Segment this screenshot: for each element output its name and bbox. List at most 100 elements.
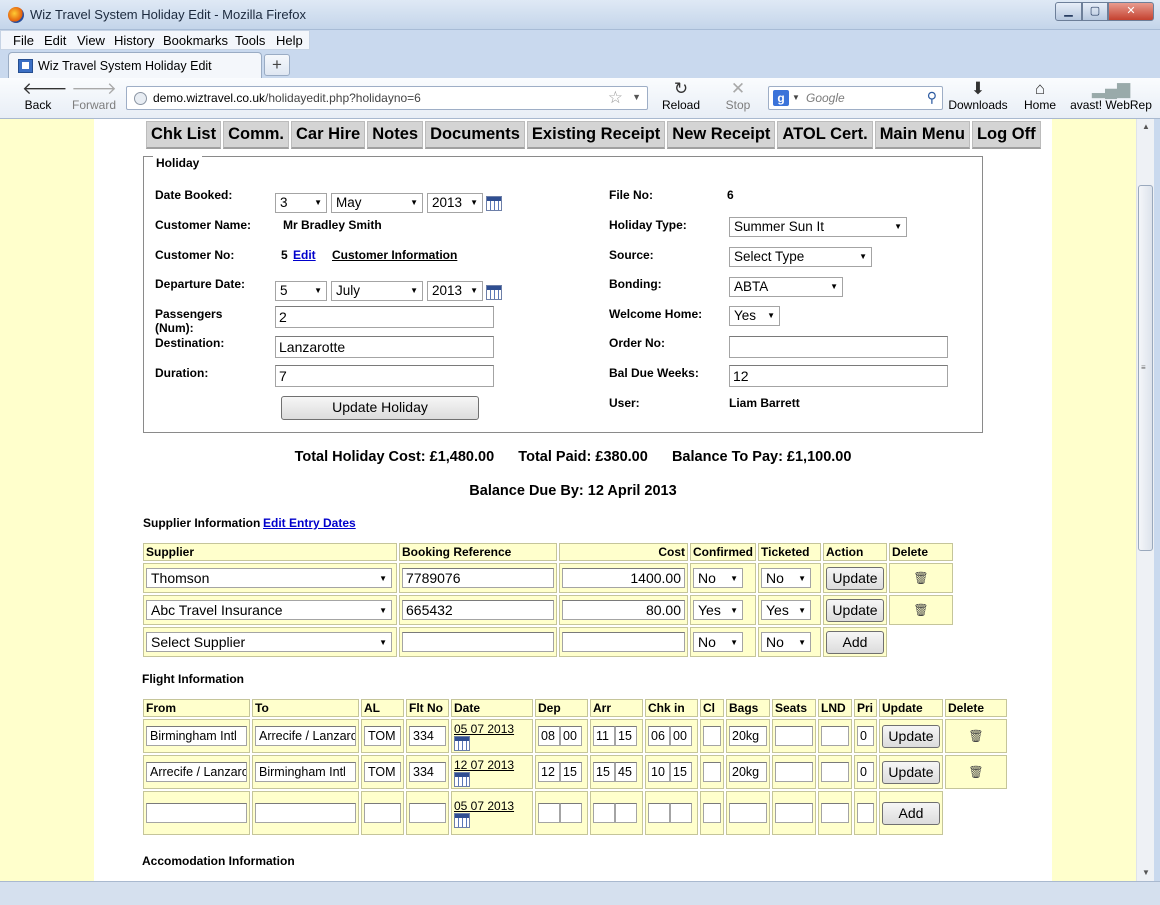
edit-customer-link[interactable]: Edit <box>293 248 316 262</box>
delete-trash-icon[interactable]: 🗑 <box>945 719 1007 753</box>
stop-button[interactable]: ✕ Stop <box>722 80 754 113</box>
nav-atol-cert[interactable]: ATOL Cert. <box>777 121 873 149</box>
seats-input[interactable] <box>775 762 813 782</box>
vertical-scrollbar[interactable]: ▲ ≡ ▼ <box>1136 119 1154 881</box>
departure-day-select[interactable]: 5 <box>275 281 327 301</box>
new-seats-input[interactable] <box>775 803 813 823</box>
menu-help[interactable]: Help <box>276 33 303 48</box>
departure-year-select[interactable]: 2013 <box>427 281 483 301</box>
date-booked-year-select[interactable]: 2013 <box>427 193 483 213</box>
forward-button[interactable]: 🡒 Forward <box>70 80 118 113</box>
holiday-type-select[interactable]: Summer Sun It <box>729 217 907 237</box>
bookmark-star-icon[interactable]: ☆ <box>608 88 623 108</box>
nav-main-menu[interactable]: Main Menu <box>874 121 970 149</box>
new-to-input[interactable] <box>255 803 356 823</box>
tab-holiday-edit[interactable]: Wiz Travel System Holiday Edit <box>8 52 262 78</box>
delete-trash-icon[interactable]: 🗑 <box>889 563 953 593</box>
arr-min-input[interactable]: 45 <box>615 762 637 782</box>
update-supplier-button[interactable]: Update <box>826 598 884 622</box>
to-input[interactable]: Arrecife / Lanzarote <box>255 726 356 746</box>
airline-input[interactable]: TOM <box>364 762 401 782</box>
ticketed-select[interactable]: No <box>761 568 811 588</box>
menu-view[interactable]: View <box>77 33 105 48</box>
flight-date-link[interactable]: 05 07 2013 <box>454 722 530 736</box>
new-airline-input[interactable] <box>364 803 401 823</box>
new-dep-min-input[interactable] <box>560 803 582 823</box>
new-class-input[interactable] <box>703 803 721 823</box>
new-cost-input[interactable] <box>562 632 685 652</box>
minimize-button[interactable]: ▁ <box>1055 2 1082 21</box>
nav-documents[interactable]: Documents <box>425 121 525 149</box>
from-input[interactable]: Birmingham Intl <box>146 726 247 746</box>
lnd-input[interactable] <box>821 726 849 746</box>
update-holiday-button[interactable]: Update Holiday <box>281 396 479 420</box>
nav-chk-list[interactable]: Chk List <box>146 121 222 149</box>
flight-calendar-icon[interactable] <box>454 771 470 787</box>
address-bar[interactable]: demo.wiztravel.co.uk/holidayedit.php?hol… <box>126 86 648 110</box>
flight-no-input[interactable]: 334 <box>409 726 446 746</box>
airline-input[interactable]: TOM <box>364 726 401 746</box>
new-lnd-input[interactable] <box>821 803 849 823</box>
from-input[interactable]: Arrecife / Lanzarote <box>146 762 247 782</box>
lnd-input[interactable] <box>821 762 849 782</box>
ticketed-select[interactable]: Yes <box>761 600 811 620</box>
cost-input[interactable]: 80.00 <box>562 600 685 620</box>
booking-reference-input[interactable]: 665432 <box>402 600 554 620</box>
new-confirmed-select[interactable]: No <box>693 632 743 652</box>
home-button[interactable]: ⌂ Home <box>1020 80 1060 113</box>
reload-button[interactable]: ↻ Reload <box>660 80 702 113</box>
new-pri-input[interactable] <box>857 803 874 823</box>
departure-calendar-icon[interactable] <box>486 285 502 300</box>
passengers-input[interactable]: 2 <box>275 306 494 328</box>
booking-reference-input[interactable]: 7789076 <box>402 568 554 588</box>
search-icon[interactable]: ⚲ <box>927 89 937 106</box>
new-bags-input[interactable] <box>729 803 767 823</box>
dep-hour-input[interactable]: 08 <box>538 726 560 746</box>
supplier-select[interactable]: Abc Travel Insurance <box>146 600 392 620</box>
add-supplier-button[interactable]: Add <box>826 630 884 654</box>
url-dropdown-icon[interactable]: ▼ <box>632 92 641 102</box>
pri-input[interactable]: 0 <box>857 726 874 746</box>
new-from-input[interactable] <box>146 803 247 823</box>
flight-no-input[interactable]: 334 <box>409 762 446 782</box>
confirmed-select[interactable]: Yes <box>693 600 743 620</box>
nav-existing-receipt[interactable]: Existing Receipt <box>526 121 666 149</box>
chk-hour-input[interactable]: 06 <box>648 726 670 746</box>
nav-car-hire[interactable]: Car Hire <box>291 121 366 149</box>
nav-notes[interactable]: Notes <box>367 121 424 149</box>
new-flight-no-input[interactable] <box>409 803 446 823</box>
new-chk-min-input[interactable] <box>670 803 692 823</box>
new-flight-calendar-icon[interactable] <box>454 812 470 828</box>
update-supplier-button[interactable]: Update <box>826 566 884 590</box>
search-bar[interactable]: g ▼ Google ⚲ <box>768 86 943 110</box>
order-no-input[interactable] <box>729 336 948 358</box>
search-engine-dropdown-icon[interactable]: ▼ <box>792 93 800 102</box>
bal-due-weeks-input[interactable]: 12 <box>729 365 948 387</box>
date-booked-day-select[interactable]: 3 <box>275 193 327 213</box>
delete-trash-icon[interactable]: 🗑 <box>945 755 1007 789</box>
date-booked-month-select[interactable]: May <box>331 193 423 213</box>
new-dep-hour-input[interactable] <box>538 803 560 823</box>
back-button[interactable]: 🡐 Back <box>22 80 68 113</box>
scroll-down-icon[interactable]: ▼ <box>1137 865 1155 881</box>
close-window-button[interactable]: ✕ <box>1108 2 1154 21</box>
source-select[interactable]: Select Type <box>729 247 872 267</box>
nav-new-receipt[interactable]: New Receipt <box>667 121 776 149</box>
menu-bookmarks[interactable]: Bookmarks <box>163 33 228 48</box>
nav-log-off[interactable]: Log Off <box>971 121 1041 149</box>
new-arr-min-input[interactable] <box>615 803 637 823</box>
bags-input[interactable]: 20kg <box>729 726 767 746</box>
menu-file[interactable]: File <box>13 33 34 48</box>
confirmed-select[interactable]: No <box>693 568 743 588</box>
delete-trash-icon[interactable]: 🗑 <box>889 595 953 625</box>
cost-input[interactable]: 1400.00 <box>562 568 685 588</box>
class-input[interactable] <box>703 726 721 746</box>
menu-edit[interactable]: Edit <box>44 33 66 48</box>
chk-min-input[interactable]: 00 <box>670 726 692 746</box>
pri-input[interactable]: 0 <box>857 762 874 782</box>
maximize-button[interactable]: ▢ <box>1082 2 1108 21</box>
new-flight-date-link[interactable]: 05 07 2013 <box>454 799 530 813</box>
customer-information-link[interactable]: Customer Information <box>332 248 457 262</box>
new-supplier-select[interactable]: Select Supplier <box>146 632 392 652</box>
arr-min-input[interactable]: 15 <box>615 726 637 746</box>
